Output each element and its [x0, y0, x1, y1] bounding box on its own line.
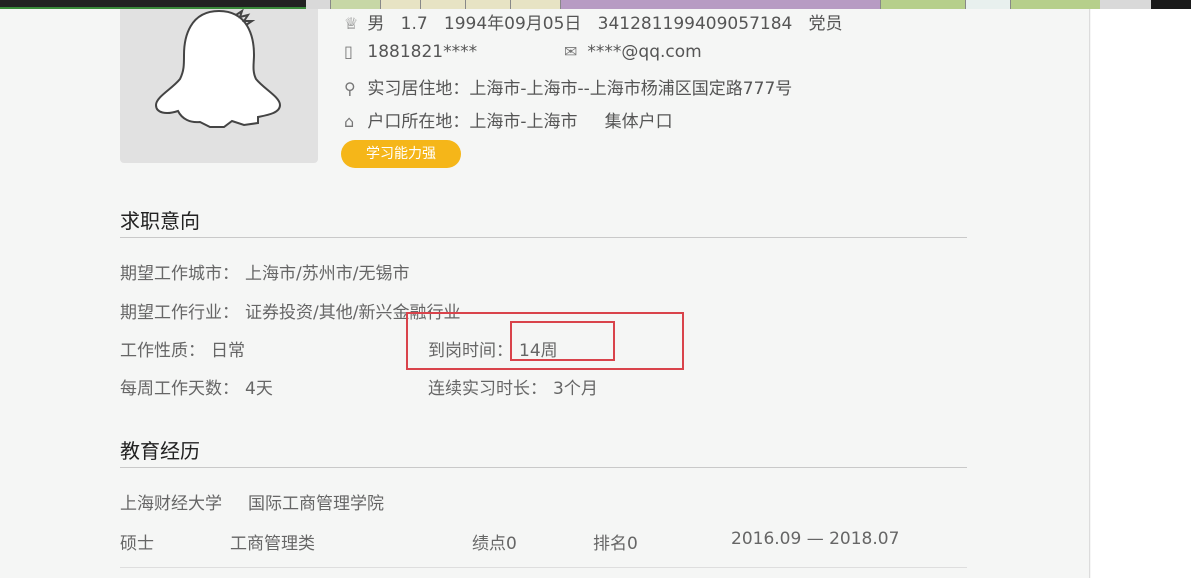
gpa: 绩点0 [472, 534, 517, 554]
internship-residence: 实习居住地：上海市-上海市--上海市杨浦区国定路777号 [367, 79, 793, 99]
degree: 硕士 [120, 534, 154, 554]
taskbar-tab[interactable] [965, 0, 1010, 9]
field-days-per-week: 每周工作天数： 4天 [120, 374, 273, 399]
skill-tag: 学习能力强 [341, 140, 461, 168]
taskbar-tab[interactable] [330, 0, 380, 9]
id-number: 341281199409057184 [597, 14, 793, 34]
height: 1.7 [400, 14, 428, 34]
residence-row: ⚲ 实习居住地：上海市-上海市--上海市杨浦区国定路777号 [344, 74, 792, 99]
duration-value: 3个月 [553, 379, 598, 399]
field-work-nature: 工作性质： 日常 [120, 336, 245, 361]
divider [120, 567, 967, 568]
resume-panel: ♕ 男 1.7 1994年09月05日 341281199409057184 党… [0, 9, 1090, 578]
major: 工商管理类 [230, 534, 315, 554]
taskbar-tab[interactable] [1010, 0, 1100, 9]
mail-icon: ✉ [564, 42, 578, 61]
nature-value: 日常 [211, 341, 245, 361]
email[interactable]: ****@qq.com [587, 42, 701, 62]
field-city: 期望工作城市： 上海市/苏州市/无锡市 [120, 259, 409, 284]
days-value: 4天 [245, 379, 273, 399]
taskbar-tab[interactable] [420, 0, 465, 9]
taskbar-dark-segment [0, 0, 306, 9]
gender: 男 [367, 14, 385, 34]
page-margin [1091, 9, 1191, 578]
school: 上海财经大学 [120, 494, 222, 514]
politics-status: 党员 [808, 14, 843, 34]
phone-icon: ▯ [344, 42, 353, 61]
hukou-row: ⌂ 户口所在地：上海市-上海市 集体户口 [344, 107, 673, 132]
study-period: 2016.09 — 2018.07 [731, 529, 900, 549]
phone: 1881821**** [367, 42, 478, 62]
taskbar-tab[interactable] [465, 0, 510, 9]
taskbar-tab[interactable] [380, 0, 420, 9]
basic-info-row: ♕ 男 1.7 1994年09月05日 341281199409057184 党… [344, 9, 843, 34]
avatar [120, 9, 318, 163]
hukou-type: 集体户口 [604, 112, 673, 132]
section-title-education: 教育经历 [120, 439, 200, 463]
hukou: 户口所在地：上海市-上海市 [367, 112, 578, 132]
industry-label: 期望工作行业： [120, 303, 239, 323]
taskbar-strip [0, 0, 1191, 9]
penguin-avatar-icon [154, 9, 282, 128]
city-label: 期望工作城市： [120, 264, 239, 284]
divider [120, 237, 967, 238]
taskbar-end [1151, 0, 1191, 9]
home-icon: ⌂ [344, 112, 355, 131]
person-icon: ♕ [344, 14, 359, 33]
city-value: 上海市/苏州市/无锡市 [245, 264, 410, 284]
annotation-box-inner [510, 321, 615, 361]
days-label: 每周工作天数： [120, 379, 239, 399]
college: 国际工商管理学院 [248, 494, 384, 514]
birthday: 1994年09月05日 [443, 14, 582, 34]
taskbar-tab[interactable] [560, 0, 880, 9]
divider [120, 467, 967, 468]
duration-label: 连续实习时长： [428, 379, 547, 399]
section-title-job-intent: 求职意向 [120, 209, 200, 233]
taskbar-tab[interactable] [510, 0, 560, 9]
rank: 排名0 [593, 534, 638, 554]
contact-row: ▯ 1881821**** ✉ ****@qq.com [344, 42, 702, 62]
taskbar-tab[interactable] [880, 0, 965, 9]
field-duration: 连续实习时长： 3个月 [428, 374, 598, 399]
location-pin-icon: ⚲ [344, 79, 356, 98]
nature-label: 工作性质： [120, 341, 205, 361]
